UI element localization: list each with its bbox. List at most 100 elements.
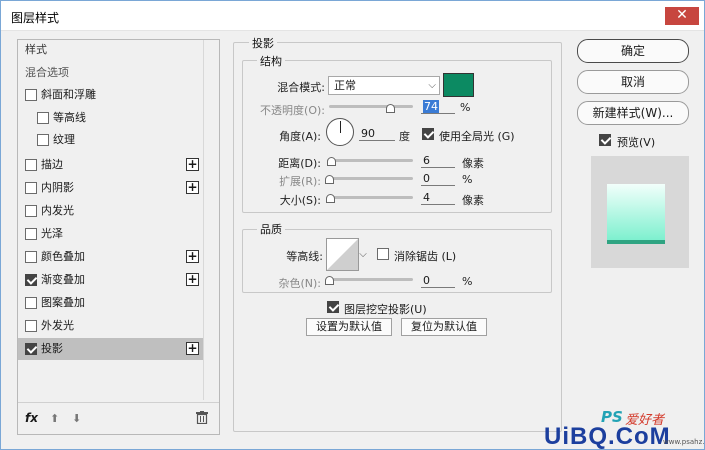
style-item-checkbox[interactable]: [25, 251, 37, 263]
style-item-checkbox[interactable]: [37, 112, 49, 124]
style-item-label: 纹理: [53, 133, 75, 146]
distance-unit: 像素: [462, 157, 484, 170]
opacity-slider[interactable]: [329, 105, 413, 108]
size-unit: 像素: [462, 194, 484, 207]
size-slider[interactable]: [327, 196, 413, 199]
style-item-checkbox[interactable]: [25, 320, 37, 332]
add-style-icon[interactable]: +: [186, 273, 199, 286]
opacity-unit: %: [460, 101, 471, 114]
make-default-button[interactable]: 设置为默认值: [306, 318, 392, 336]
fx-button[interactable]: fx: [25, 411, 38, 425]
style-item-checkbox[interactable]: [25, 205, 37, 217]
style-item[interactable]: 颜色叠加 +: [18, 246, 203, 268]
noise-slider[interactable]: [327, 278, 413, 281]
add-style-icon[interactable]: +: [186, 342, 199, 355]
style-item[interactable]: 图案叠加: [18, 292, 203, 314]
size-slider-thumb[interactable]: [326, 194, 335, 203]
style-item-checkbox[interactable]: [25, 274, 37, 286]
shadow-color-swatch[interactable]: [443, 73, 474, 97]
style-item[interactable]: 等高线: [18, 107, 203, 129]
style-item[interactable]: 内发光: [18, 200, 203, 222]
watermark-site: UiBQ.CoM: [544, 423, 671, 450]
style-item[interactable]: 内阴影 +: [18, 177, 203, 199]
antialias-label: 消除锯齿 (L): [394, 250, 457, 263]
reset-default-button[interactable]: 复位为默认值: [401, 318, 487, 336]
style-item[interactable]: 描边 +: [18, 154, 203, 176]
angle-input[interactable]: 90: [359, 127, 395, 141]
size-label: 大小(S):: [279, 194, 321, 207]
close-button[interactable]: ✕: [665, 7, 699, 25]
distance-slider-thumb[interactable]: [327, 157, 336, 166]
spread-input[interactable]: 0: [421, 172, 455, 186]
move-up-icon[interactable]: ⬆: [50, 412, 59, 425]
knockout-checkbox[interactable]: [327, 301, 339, 313]
preview-swatch: [607, 184, 665, 240]
distance-input[interactable]: 6: [421, 154, 455, 168]
style-item[interactable]: 渐变叠加 +: [18, 269, 203, 291]
style-item-checkbox[interactable]: [25, 182, 37, 194]
move-down-icon[interactable]: ⬇: [72, 412, 81, 425]
structure-title: 结构: [257, 53, 285, 69]
styles-header[interactable]: 样式: [18, 40, 203, 60]
ok-button[interactable]: 确定: [577, 39, 689, 63]
style-item-label: 等高线: [53, 111, 86, 124]
style-item-checkbox[interactable]: [25, 343, 37, 355]
style-item-checkbox[interactable]: [25, 89, 37, 101]
add-style-icon[interactable]: +: [186, 250, 199, 263]
style-item[interactable]: 光泽: [18, 223, 203, 245]
style-item[interactable]: 斜面和浮雕: [18, 84, 203, 106]
style-item[interactable]: 纹理: [18, 129, 203, 151]
style-item-label: 描边: [41, 158, 63, 171]
noise-unit: %: [462, 275, 473, 288]
preview-checkbox[interactable]: [599, 134, 611, 146]
drop-shadow-title: 投影: [249, 35, 277, 51]
spread-unit: %: [462, 173, 473, 186]
style-item-label: 内发光: [41, 204, 74, 217]
blend-mode-select[interactable]: 正常 ⌵: [328, 76, 440, 95]
opacity-slider-thumb[interactable]: [386, 104, 395, 113]
style-item-checkbox[interactable]: [25, 228, 37, 240]
style-item[interactable]: 投影 +: [18, 338, 203, 360]
style-item-label: 外发光: [41, 319, 74, 332]
add-style-icon[interactable]: +: [186, 158, 199, 171]
size-input[interactable]: 4: [421, 191, 455, 205]
style-item-label: 渐变叠加: [41, 273, 85, 286]
trash-icon[interactable]: [196, 411, 208, 424]
chevron-down-icon: ⌵: [428, 80, 436, 91]
title-bar: 图层样式 ✕: [1, 1, 704, 31]
distance-slider[interactable]: [327, 159, 413, 162]
dialog-title: 图层样式: [11, 11, 60, 25]
watermark-url: www.psahz.com: [663, 438, 705, 446]
styles-scrollbar[interactable]: [203, 40, 219, 400]
style-item[interactable]: 外发光: [18, 315, 203, 337]
style-item-label: 图案叠加: [41, 296, 85, 309]
style-item-checkbox[interactable]: [25, 159, 37, 171]
styles-list-panel: 样式 混合选项 斜面和浮雕 等高线 纹理 描边 + 内阴影 + 内发光 光泽 颜色叠加 + 渐变叠加 +…: [17, 39, 220, 435]
angle-unit: 度: [399, 130, 410, 143]
spread-label: 扩展(R):: [279, 175, 321, 188]
antialias-checkbox[interactable]: [377, 248, 389, 260]
spread-slider-thumb[interactable]: [325, 175, 334, 184]
style-item-label: 斜面和浮雕: [41, 88, 96, 101]
cancel-button[interactable]: 取消: [577, 70, 689, 94]
preview-label: 预览(V): [617, 136, 656, 149]
style-item-label: 光泽: [41, 227, 63, 240]
style-item-checkbox[interactable]: [25, 297, 37, 309]
global-light-checkbox[interactable]: [422, 128, 434, 140]
noise-input[interactable]: 0: [421, 274, 455, 288]
angle-dial[interactable]: [326, 118, 354, 146]
noise-slider-thumb[interactable]: [325, 276, 334, 285]
style-item-label: 投影: [41, 342, 63, 355]
noise-label: 杂色(N):: [278, 277, 321, 290]
style-item-checkbox[interactable]: [37, 134, 49, 146]
spread-slider[interactable]: [327, 177, 413, 180]
opacity-input[interactable]: 74: [421, 100, 455, 114]
blend-options-item[interactable]: 混合选项: [18, 63, 203, 83]
add-style-icon[interactable]: +: [186, 181, 199, 194]
angle-label: 角度(A):: [279, 130, 321, 143]
new-style-button[interactable]: 新建样式(W)...: [577, 101, 689, 125]
chevron-down-icon[interactable]: ⌵: [358, 238, 368, 271]
quality-title: 品质: [257, 221, 285, 237]
contour-picker[interactable]: [326, 238, 359, 271]
blend-mode-label: 混合模式:: [277, 81, 325, 94]
